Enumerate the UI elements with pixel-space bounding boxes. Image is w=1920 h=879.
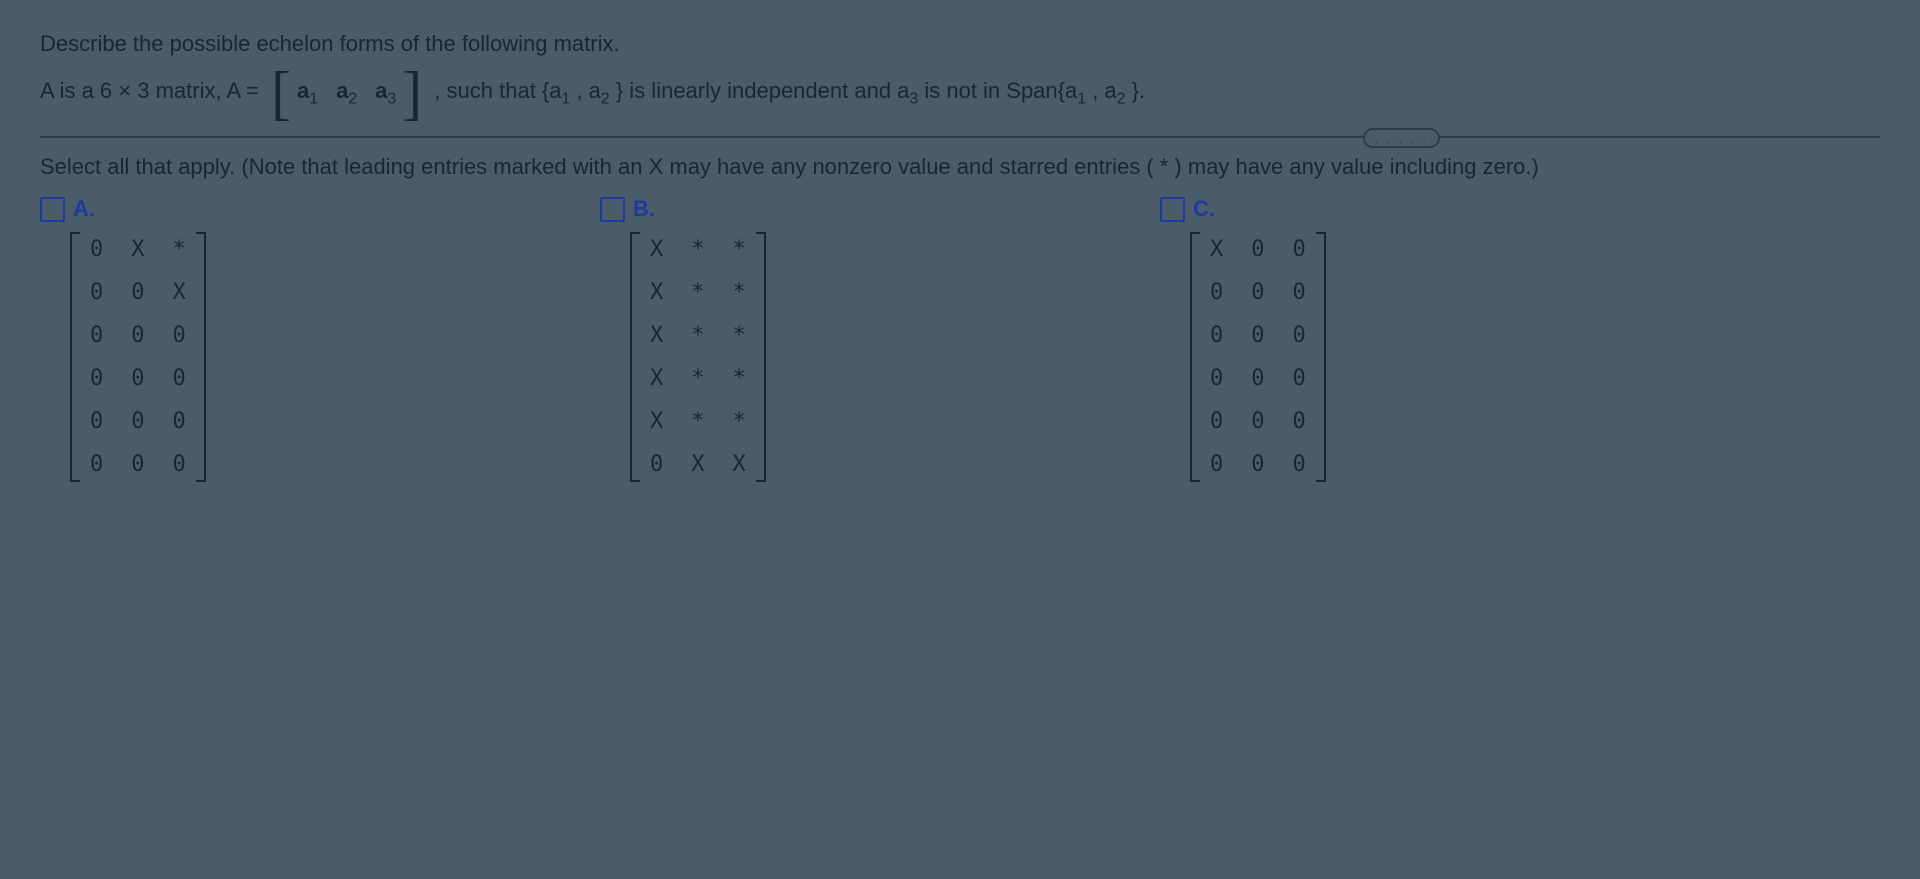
cell: 0 — [117, 357, 158, 400]
left-bracket-icon: [ — [271, 81, 291, 105]
option-a: A. 0X* 00X 000 000 000 000 — [40, 196, 540, 492]
instruction-text: Select all that apply. (Note that leadin… — [40, 138, 1880, 192]
cell: X — [117, 228, 158, 271]
cell: * — [677, 314, 718, 357]
cell: 0 — [1196, 400, 1237, 443]
cell: 0 — [76, 314, 117, 357]
cell: * — [677, 357, 718, 400]
cell: 0 — [1237, 443, 1278, 486]
cell: * — [719, 357, 760, 400]
q2-post-c: } is linearly independent and a — [616, 78, 910, 103]
cell: 0 — [117, 443, 158, 486]
option-b: B. X** X** X** X** X** 0XX — [600, 196, 1100, 492]
cell: 0 — [1196, 357, 1237, 400]
option-a-header[interactable]: A. — [40, 196, 540, 222]
matrix-columns: a1 a2 a3 — [297, 73, 396, 112]
matrix-a-table: 0X* 00X 000 000 000 000 — [76, 228, 200, 486]
cell: 0 — [1279, 228, 1320, 271]
checkbox-c[interactable] — [1160, 197, 1185, 222]
option-c: C. X00 000 000 000 000 000 — [1160, 196, 1660, 492]
cell: 0 — [76, 271, 117, 314]
cell: 0 — [159, 400, 200, 443]
matrix-b-left-bracket — [622, 228, 636, 486]
cell: 0 — [159, 314, 200, 357]
checkbox-a[interactable] — [40, 197, 65, 222]
question-line-2: A is a 6 × 3 matrix, A = [ a1 a2 a3 ] , … — [40, 67, 1880, 118]
cell: X — [636, 314, 677, 357]
right-bracket-icon: ] — [402, 81, 422, 105]
ellipsis-bubble[interactable]: . . . . . — [1363, 128, 1440, 148]
cell: 0 — [76, 400, 117, 443]
matrix-a: 0X* 00X 000 000 000 000 — [62, 228, 214, 486]
cell: X — [677, 443, 718, 486]
cell: X — [636, 228, 677, 271]
matrix-c-right-bracket — [1320, 228, 1334, 486]
matrix-c-table: X00 000 000 000 000 000 — [1196, 228, 1320, 486]
cell: 0 — [1237, 400, 1278, 443]
option-a-label: A. — [73, 196, 95, 222]
cell: * — [677, 228, 718, 271]
options-row: A. 0X* 00X 000 000 000 000 B. — [40, 192, 1880, 492]
cell: X — [636, 357, 677, 400]
cell: 0 — [1279, 443, 1320, 486]
cell: 0 — [1279, 357, 1320, 400]
cell: * — [677, 400, 718, 443]
question-line-1: Describe the possible echelon forms of t… — [40, 20, 1880, 67]
q2-post-b: , a — [576, 78, 600, 103]
cell: 0 — [159, 443, 200, 486]
question-page: Describe the possible echelon forms of t… — [0, 0, 1920, 512]
cell: * — [677, 271, 718, 314]
cell: 0 — [1237, 271, 1278, 314]
cell: X — [636, 271, 677, 314]
cell: 0 — [76, 357, 117, 400]
cell: 0 — [636, 443, 677, 486]
matrix-b-table: X** X** X** X** X** 0XX — [636, 228, 760, 486]
cell: * — [719, 271, 760, 314]
cell: X — [636, 400, 677, 443]
cell: 0 — [159, 357, 200, 400]
col-a1: a1 — [297, 73, 318, 112]
cell: X — [1196, 228, 1237, 271]
cell: 0 — [1237, 357, 1278, 400]
q2-pre: A is a 6 × 3 matrix, A = — [40, 78, 265, 103]
option-c-label: C. — [1193, 196, 1215, 222]
matrix-b-right-bracket — [760, 228, 774, 486]
option-b-header[interactable]: B. — [600, 196, 1100, 222]
q2-post-d: is not in Span{a — [924, 78, 1077, 103]
cell: * — [719, 400, 760, 443]
cell: 0 — [117, 271, 158, 314]
cell: 0 — [117, 400, 158, 443]
inline-matrix: [ a1 a2 a3 ] — [265, 73, 428, 112]
cell: 0 — [76, 443, 117, 486]
option-b-label: B. — [633, 196, 655, 222]
cell: 0 — [1196, 271, 1237, 314]
cell: X — [159, 271, 200, 314]
cell: * — [719, 314, 760, 357]
q2-post-f: }. — [1132, 78, 1145, 103]
matrix-c-left-bracket — [1182, 228, 1196, 486]
matrix-c: X00 000 000 000 000 000 — [1182, 228, 1334, 486]
checkbox-b[interactable] — [600, 197, 625, 222]
cell: 0 — [117, 314, 158, 357]
cell: 0 — [1196, 443, 1237, 486]
q2-post-e: , a — [1092, 78, 1116, 103]
divider: . . . . . — [40, 136, 1880, 138]
cell: 0 — [1196, 314, 1237, 357]
cell: 0 — [1279, 400, 1320, 443]
cell: * — [159, 228, 200, 271]
cell: * — [719, 228, 760, 271]
matrix-a-left-bracket — [62, 228, 76, 486]
col-a2: a2 — [336, 73, 357, 112]
cell: X — [719, 443, 760, 486]
col-a3: a3 — [375, 73, 396, 112]
cell: 0 — [76, 228, 117, 271]
cell: 0 — [1279, 271, 1320, 314]
matrix-a-right-bracket — [200, 228, 214, 486]
q2-post-a: , such that {a — [434, 78, 561, 103]
matrix-b: X** X** X** X** X** 0XX — [622, 228, 774, 486]
cell: 0 — [1279, 314, 1320, 357]
cell: 0 — [1237, 314, 1278, 357]
option-c-header[interactable]: C. — [1160, 196, 1660, 222]
cell: 0 — [1237, 228, 1278, 271]
